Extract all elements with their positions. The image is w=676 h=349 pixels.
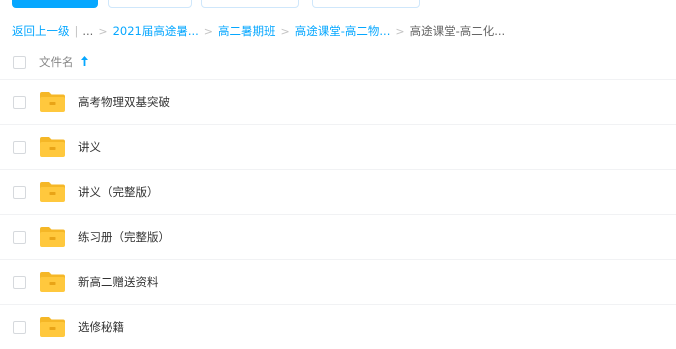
file-name[interactable]: 讲义	[78, 139, 101, 155]
file-row[interactable]: 讲义	[0, 125, 676, 170]
breadcrumb-item-2021-summer[interactable]: 2021届高途暑...	[113, 23, 199, 39]
breadcrumb-separator: >	[395, 24, 405, 38]
select-all-checkbox[interactable]	[13, 56, 26, 69]
row-checkbox[interactable]	[13, 141, 26, 154]
row-checkbox[interactable]	[13, 321, 26, 334]
toolbar-button-3[interactable]	[201, 0, 299, 8]
breadcrumb-ellipsis[interactable]: ...	[82, 24, 93, 38]
toolbar	[0, 0, 676, 10]
file-row[interactable]: 练习册（完整版）	[0, 215, 676, 260]
toolbar-button-2[interactable]	[108, 0, 192, 8]
file-row[interactable]: 选修秘籍	[0, 305, 676, 349]
breadcrumb: 返回上一级 | ... > 2021届高途暑... > 高二暑期班 > 高途课堂…	[12, 22, 505, 40]
row-checkbox[interactable]	[13, 186, 26, 199]
row-checkbox[interactable]	[13, 276, 26, 289]
arrow-up-icon[interactable]	[80, 54, 89, 68]
filename-column-header[interactable]: 文件名	[39, 54, 74, 70]
toolbar-button-4[interactable]	[312, 0, 420, 8]
breadcrumb-item-grade2-summer[interactable]: 高二暑期班	[218, 23, 276, 39]
file-row[interactable]: 讲义（完整版）	[0, 170, 676, 215]
breadcrumb-separator: >	[280, 24, 290, 38]
file-name[interactable]: 高考物理双基突破	[78, 94, 170, 110]
folder-icon	[40, 317, 65, 337]
breadcrumb-divider: |	[74, 24, 79, 38]
file-row[interactable]: 高考物理双基突破	[0, 80, 676, 125]
folder-icon	[40, 272, 65, 292]
file-browser: 返回上一级 | ... > 2021届高途暑... > 高二暑期班 > 高途课堂…	[0, 0, 676, 349]
breadcrumb-back-link[interactable]: 返回上一级	[12, 23, 70, 39]
file-name[interactable]: 选修秘籍	[78, 319, 124, 335]
row-checkbox[interactable]	[13, 231, 26, 244]
file-name[interactable]: 讲义（完整版）	[78, 184, 159, 200]
file-row[interactable]: 新高二赠送资料	[0, 260, 676, 305]
file-name[interactable]: 练习册（完整版）	[78, 229, 170, 245]
folder-icon	[40, 92, 65, 112]
file-name[interactable]: 新高二赠送资料	[78, 274, 159, 290]
folder-icon	[40, 227, 65, 247]
breadcrumb-current: 高途课堂-高二化...	[409, 24, 506, 38]
list-header: 文件名	[0, 46, 676, 80]
folder-icon	[40, 137, 65, 157]
breadcrumb-separator: >	[203, 24, 214, 38]
row-checkbox[interactable]	[13, 96, 26, 109]
toolbar-primary-button[interactable]	[12, 0, 98, 8]
breadcrumb-separator: >	[98, 24, 108, 38]
folder-icon	[40, 182, 65, 202]
breadcrumb-item-physics[interactable]: 高途课堂-高二物...	[295, 23, 391, 39]
